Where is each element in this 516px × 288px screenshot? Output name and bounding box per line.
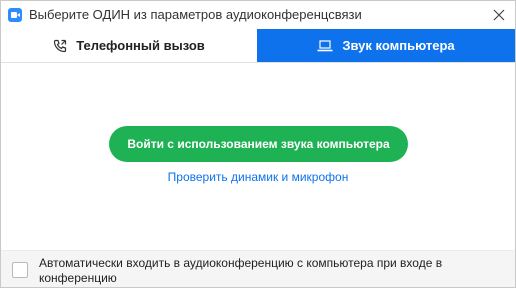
close-icon <box>493 9 505 21</box>
zoom-app-icon <box>8 8 22 22</box>
tab-phone-call-label: Телефонный вызов <box>76 38 205 53</box>
close-button[interactable] <box>487 3 511 27</box>
audio-tabs: Телефонный вызов Звук компьютера <box>1 29 515 63</box>
title-bar: Выберите ОДИН из параметров аудиоконфере… <box>1 1 515 29</box>
laptop-icon <box>317 39 333 52</box>
auto-join-label: Автоматически входить в аудиоконференцию… <box>39 256 443 285</box>
footer: Автоматически входить в аудиоконференцию… <box>1 250 515 287</box>
tab-phone-call[interactable]: Телефонный вызов <box>1 29 257 62</box>
audio-conference-window: Выберите ОДИН из параметров аудиоконфере… <box>0 0 516 288</box>
test-speaker-microphone-link[interactable]: Проверить динамик и микрофон <box>1 170 515 184</box>
auto-join-checkbox[interactable] <box>12 262 28 278</box>
tab-computer-audio[interactable]: Звук компьютера <box>257 29 515 62</box>
join-with-computer-audio-button[interactable]: Войти с использованием звука компьютера <box>109 126 408 162</box>
window-title: Выберите ОДИН из параметров аудиоконфере… <box>29 7 362 22</box>
phone-icon <box>53 39 67 53</box>
tab-computer-audio-label: Звук компьютера <box>342 38 455 53</box>
